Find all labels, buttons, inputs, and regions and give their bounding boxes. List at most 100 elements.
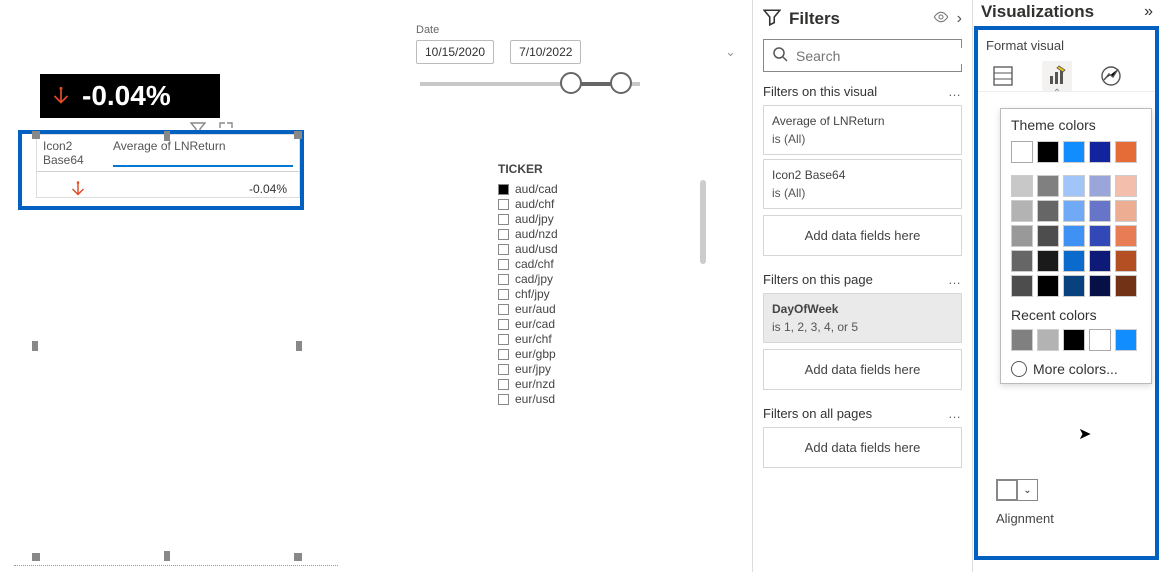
checkbox[interactable] <box>498 304 509 315</box>
color-swatch[interactable] <box>1063 225 1085 247</box>
color-swatch[interactable] <box>1115 175 1137 197</box>
scrollbar-thumb[interactable] <box>700 180 706 264</box>
chevron-down-icon[interactable]: ⌄ <box>725 44 736 60</box>
color-swatch[interactable] <box>1115 329 1137 351</box>
collapse-pane-icon[interactable]: › <box>957 10 962 28</box>
resize-handle[interactable] <box>164 131 170 141</box>
color-swatch[interactable] <box>1089 200 1111 222</box>
checkbox[interactable] <box>498 184 509 195</box>
chevron-down-icon[interactable]: ⌄ <box>1017 480 1037 500</box>
color-swatch[interactable] <box>1037 329 1059 351</box>
color-swatch[interactable] <box>1063 329 1085 351</box>
color-swatch[interactable] <box>1115 275 1137 297</box>
ticker-item[interactable]: cad/chf <box>498 257 708 271</box>
color-swatch[interactable] <box>1089 225 1111 247</box>
color-swatch[interactable] <box>1063 200 1085 222</box>
ticker-item[interactable]: aud/nzd <box>498 227 708 241</box>
date-slicer[interactable]: Date 10/15/2020 7/10/2022 ⌄ <box>416 24 736 86</box>
checkbox[interactable] <box>498 214 509 225</box>
ticker-item[interactable]: cad/jpy <box>498 272 708 286</box>
add-fields-dropzone[interactable]: Add data fields here <box>763 427 962 468</box>
ticker-item[interactable]: eur/cad <box>498 317 708 331</box>
color-swatch[interactable] <box>1089 275 1111 297</box>
checkbox[interactable] <box>498 199 509 210</box>
color-swatch[interactable] <box>1011 200 1033 222</box>
checkbox[interactable] <box>498 394 509 405</box>
ticker-item[interactable]: aud/jpy <box>498 212 708 226</box>
tab-analytics[interactable] <box>1096 61 1126 91</box>
expand-pane-icon[interactable]: » <box>1144 3 1153 21</box>
filter-card[interactable]: DayOfWeek is 1, 2, 3, 4, or 5 <box>763 293 962 343</box>
ticker-item[interactable]: eur/chf <box>498 332 708 346</box>
add-fields-dropzone[interactable]: Add data fields here <box>763 215 962 256</box>
color-swatch[interactable] <box>1037 200 1059 222</box>
color-swatch[interactable] <box>1011 175 1033 197</box>
kpi-card[interactable]: -0.04% <box>40 74 220 118</box>
color-swatch[interactable] <box>1063 141 1085 163</box>
color-swatch[interactable] <box>1089 175 1111 197</box>
color-swatch[interactable] <box>1037 141 1059 163</box>
color-swatch[interactable] <box>1115 250 1137 272</box>
checkbox[interactable] <box>498 289 509 300</box>
search-input[interactable] <box>796 48 977 64</box>
ticker-item[interactable]: eur/nzd <box>498 377 708 391</box>
checkbox[interactable] <box>498 319 509 330</box>
checkbox[interactable] <box>498 229 509 240</box>
color-swatch[interactable] <box>1011 329 1033 351</box>
search-box[interactable] <box>763 39 962 72</box>
date-end-input[interactable]: 7/10/2022 <box>510 40 581 64</box>
date-slider-track[interactable] <box>420 82 640 86</box>
color-swatch[interactable] <box>1115 225 1137 247</box>
color-swatch[interactable] <box>1011 275 1033 297</box>
color-swatch[interactable] <box>1089 329 1111 351</box>
color-swatch[interactable] <box>1115 200 1137 222</box>
slider-handle-start[interactable] <box>560 72 582 94</box>
color-swatch[interactable] <box>1115 141 1137 163</box>
checkbox[interactable] <box>498 379 509 390</box>
ticker-slicer[interactable]: TICKER aud/cadaud/chfaud/jpyaud/nzdaud/u… <box>498 162 708 407</box>
checkbox[interactable] <box>498 244 509 255</box>
color-swatch[interactable] <box>1063 175 1085 197</box>
checkbox[interactable] <box>498 334 509 345</box>
ticker-item[interactable]: eur/aud <box>498 302 708 316</box>
filter-card[interactable]: Icon2 Base64 is (All) <box>763 159 962 209</box>
color-swatch[interactable] <box>1037 250 1059 272</box>
checkbox[interactable] <box>498 349 509 360</box>
filter-card[interactable]: Average of LNReturn is (All) <box>763 105 962 155</box>
tab-format-visual[interactable]: ⌃ <box>1042 61 1072 91</box>
color-swatch[interactable] <box>1037 275 1059 297</box>
color-well[interactable]: ⌄ <box>996 479 1038 501</box>
resize-handle[interactable] <box>294 131 302 139</box>
checkbox[interactable] <box>498 259 509 270</box>
checkbox[interactable] <box>498 364 509 375</box>
resize-handle[interactable] <box>296 341 302 351</box>
more-options-icon[interactable]: … <box>948 272 962 287</box>
color-swatch[interactable] <box>1011 141 1033 163</box>
checkbox[interactable] <box>498 274 509 285</box>
ticker-item[interactable]: chf/jpy <box>498 287 708 301</box>
ticker-item[interactable]: eur/usd <box>498 392 708 406</box>
ticker-item[interactable]: eur/gbp <box>498 347 708 361</box>
resize-handle[interactable] <box>32 553 40 561</box>
color-swatch[interactable] <box>1063 250 1085 272</box>
ticker-item[interactable]: eur/jpy <box>498 362 708 376</box>
color-swatch[interactable] <box>1037 175 1059 197</box>
more-options-icon[interactable]: … <box>948 406 962 421</box>
more-options-icon[interactable]: … <box>948 84 962 99</box>
ticker-item[interactable]: aud/usd <box>498 242 708 256</box>
color-swatch[interactable] <box>1011 225 1033 247</box>
color-swatch[interactable] <box>1063 275 1085 297</box>
slider-handle-end[interactable] <box>610 72 632 94</box>
color-swatch[interactable] <box>1089 250 1111 272</box>
add-fields-dropzone[interactable]: Add data fields here <box>763 349 962 390</box>
resize-handle[interactable] <box>164 551 170 561</box>
date-start-input[interactable]: 10/15/2020 <box>416 40 494 64</box>
ticker-item[interactable]: aud/cad <box>498 182 708 196</box>
more-colors-button[interactable]: More colors... <box>1011 361 1143 377</box>
tab-build-visual[interactable] <box>988 61 1018 91</box>
ticker-item[interactable]: aud/chf <box>498 197 708 211</box>
resize-handle[interactable] <box>32 341 38 351</box>
color-swatch[interactable] <box>1011 250 1033 272</box>
resize-handle[interactable] <box>32 131 40 139</box>
resize-handle[interactable] <box>294 553 302 561</box>
